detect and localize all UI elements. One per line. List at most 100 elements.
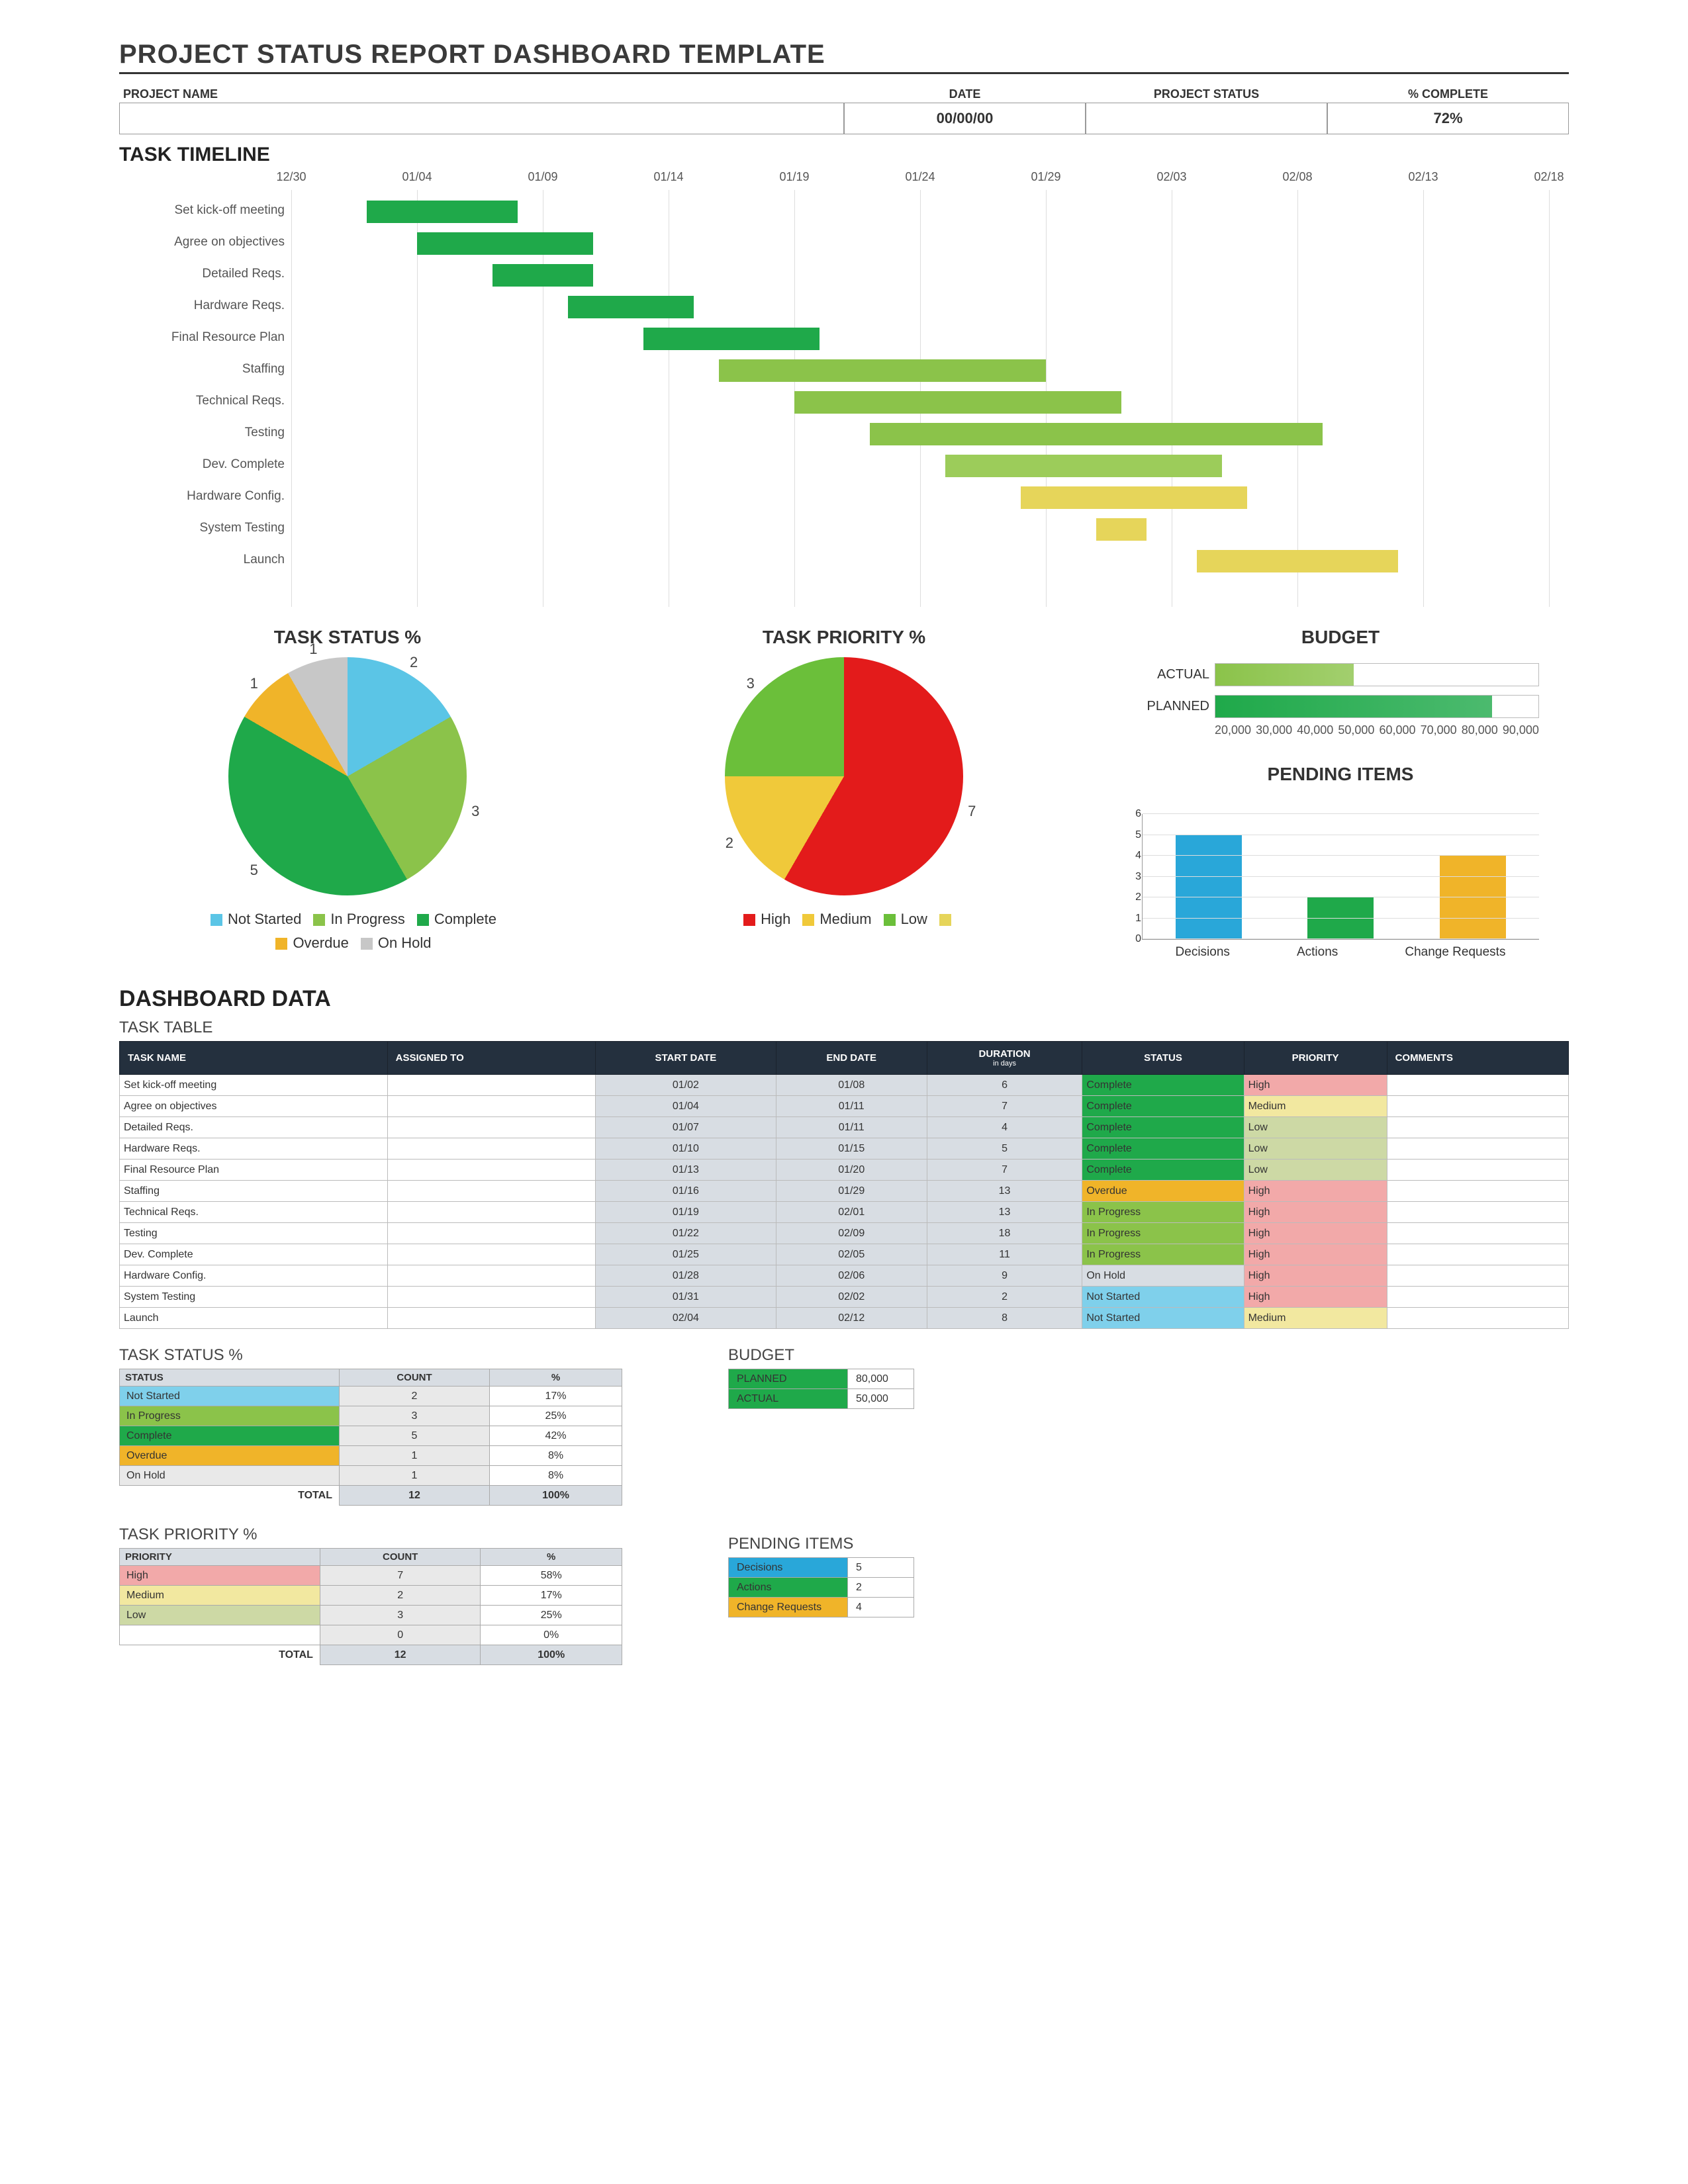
pie-slice-label: 7 [968,803,976,820]
task-comments[interactable] [1387,1075,1568,1096]
task-assigned[interactable] [387,1096,595,1117]
task-assigned[interactable] [387,1223,595,1244]
gantt-date: 02/13 [1408,170,1438,184]
small-pct: 0% [481,1625,622,1645]
priority-table-title: TASK PRIORITY % [119,1525,622,1544]
task-row: Agree on objectives01/0401/117CompleteMe… [120,1096,1569,1117]
gantt-row: Technical Reqs. [291,387,1569,419]
mini-value: 80,000 [848,1369,914,1389]
gantt-row: Hardware Config. [291,482,1569,514]
task-row: Launch02/0402/128Not StartedMedium [120,1308,1569,1329]
task-th: DURATIONin days [927,1042,1082,1075]
task-status: In Progress [1082,1223,1244,1244]
gantt-bar [870,423,1323,445]
task-assigned[interactable] [387,1138,595,1160]
priority-legend: HighMediumLow [731,907,957,931]
task-assigned[interactable] [387,1308,595,1329]
gantt-bar [568,296,694,318]
task-row: Testing01/2202/0918In ProgressHigh [120,1223,1569,1244]
task-assigned[interactable] [387,1287,595,1308]
task-start: 01/28 [596,1265,776,1287]
task-end: 02/06 [776,1265,927,1287]
task-row: Dev. Complete01/2502/0511In ProgressHigh [120,1244,1569,1265]
task-assigned[interactable] [387,1075,595,1096]
task-assigned[interactable] [387,1181,595,1202]
task-assigned[interactable] [387,1202,595,1223]
task-comments[interactable] [1387,1096,1568,1117]
task-comments[interactable] [1387,1160,1568,1181]
task-duration: 13 [927,1202,1082,1223]
pie-slice-label: 1 [309,641,317,658]
small-th: % [490,1369,622,1387]
pending-table-title: PENDING ITEMS [728,1535,914,1553]
small-count: 2 [339,1387,489,1406]
title-rule [119,72,1569,74]
task-comments[interactable] [1387,1181,1568,1202]
task-row: Set kick-off meeting01/0201/086CompleteH… [120,1075,1569,1096]
small-row: Overdue18% [120,1446,622,1466]
small-th: % [481,1549,622,1566]
task-duration: 9 [927,1265,1082,1287]
gantt-bar [417,232,593,255]
small-th: COUNT [339,1369,489,1387]
task-priority: High [1244,1075,1387,1096]
task-duration: 2 [927,1287,1082,1308]
task-comments[interactable] [1387,1308,1568,1329]
complete-value[interactable]: 72% [1327,103,1569,134]
mini-value: 5 [848,1558,914,1578]
task-th: STATUS [1082,1042,1244,1075]
legend-item: Overdue [263,934,348,951]
task-duration: 18 [927,1223,1082,1244]
gantt-row: System Testing [291,514,1569,546]
task-name: Technical Reqs. [120,1202,388,1223]
gantt-date: 01/04 [402,170,432,184]
small-pct: 58% [481,1566,622,1586]
mini-value: 50,000 [848,1389,914,1409]
task-comments[interactable] [1387,1287,1568,1308]
task-row: Hardware Config.01/2802/069On HoldHigh [120,1265,1569,1287]
small-pct: 17% [490,1387,622,1406]
task-comments[interactable] [1387,1202,1568,1223]
small-count: 3 [339,1406,489,1426]
task-assigned[interactable] [387,1160,595,1181]
status-value[interactable] [1086,103,1327,134]
task-end: 02/01 [776,1202,927,1223]
task-priority: Low [1244,1160,1387,1181]
task-th: START DATE [596,1042,776,1075]
gantt-task-label: Staffing [113,362,285,377]
gantt-bar [1197,550,1398,572]
task-row: Final Resource Plan01/1301/207CompleteLo… [120,1160,1569,1181]
task-comments[interactable] [1387,1117,1568,1138]
mini-label: Decisions [729,1558,848,1578]
task-th: COMMENTS [1387,1042,1568,1075]
task-end: 02/09 [776,1223,927,1244]
project-name-value[interactable] [119,103,844,134]
date-value[interactable]: 00/00/00 [844,103,1086,134]
priority-pie: 723 [725,657,963,895]
task-assigned[interactable] [387,1244,595,1265]
small-label: High [120,1566,320,1586]
small-label: In Progress [120,1406,340,1426]
small-row: Not Started217% [120,1387,622,1406]
small-count: 3 [320,1606,481,1625]
gantt-row: Detailed Reqs. [291,260,1569,292]
task-priority: High [1244,1223,1387,1244]
task-comments[interactable] [1387,1244,1568,1265]
task-assigned[interactable] [387,1117,595,1138]
task-comments[interactable] [1387,1223,1568,1244]
priority-table: PRIORITYCOUNT%High758%Medium217%Low325%0… [119,1548,622,1665]
gantt-chart: 12/3001/0401/0901/1401/1901/2401/2902/03… [291,170,1569,607]
task-duration: 7 [927,1160,1082,1181]
task-comments[interactable] [1387,1265,1568,1287]
budget-axis: 20,00030,00040,00050,00060,00070,00080,0… [1215,723,1539,737]
task-comments[interactable] [1387,1138,1568,1160]
small-count: 2 [320,1586,481,1606]
mini-row: Actions2 [729,1578,914,1598]
small-pct: 25% [481,1606,622,1625]
legend-item: Complete [405,911,496,927]
legend-item [927,911,957,927]
gantt-bar [794,391,1121,414]
task-assigned[interactable] [387,1265,595,1287]
gantt-bar [945,455,1222,477]
task-start: 02/04 [596,1308,776,1329]
